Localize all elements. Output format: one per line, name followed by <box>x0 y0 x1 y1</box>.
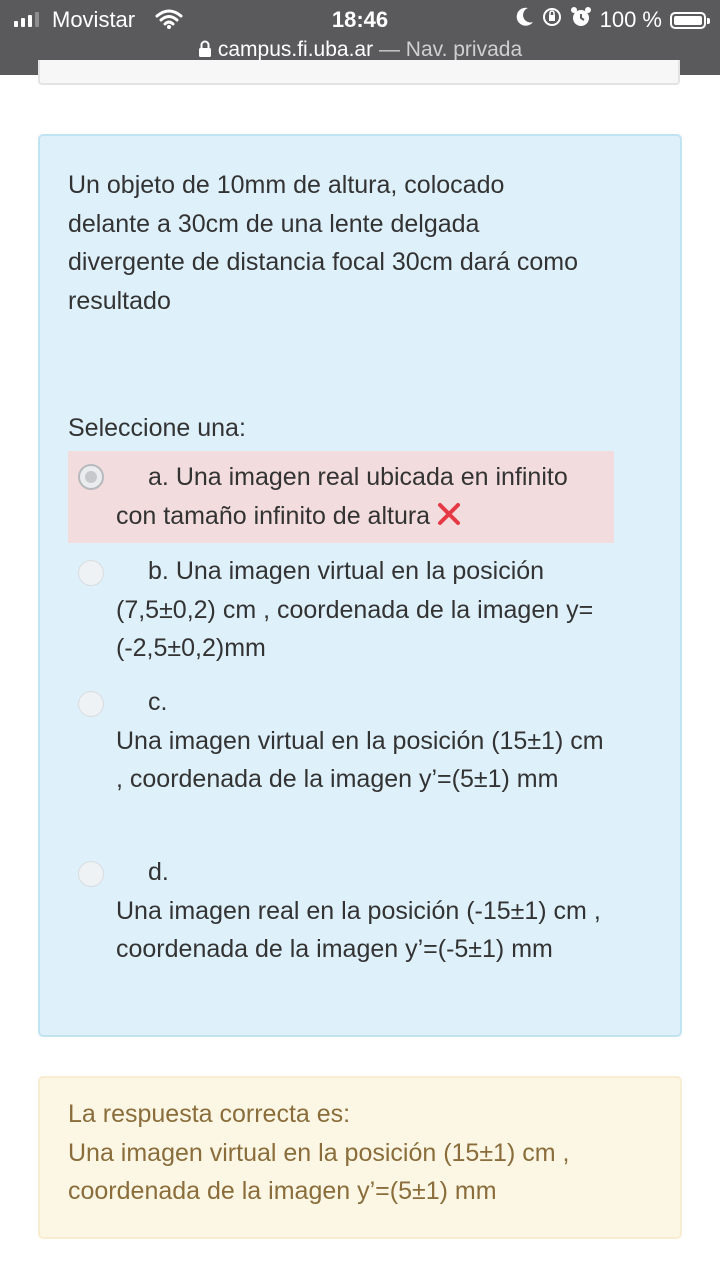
battery-percent: 100 % <box>599 7 662 32</box>
private-mode-label: Nav. privada <box>405 38 523 61</box>
option-letter: d. <box>148 858 169 886</box>
answer-option-c[interactable]: c. Una imagen virtual en la posición (15… <box>68 683 614 843</box>
correct-answer-feedback: La respuesta correcta es: Una imagen vir… <box>38 1076 682 1239</box>
question-card: Un objeto de 10mm de altura, colocado de… <box>38 134 682 1037</box>
alarm-icon <box>570 6 592 34</box>
option-text: Una imagen virtual en la posición (15±1)… <box>116 726 604 794</box>
feedback-heading: La respuesta correcta es: <box>68 1100 351 1128</box>
answer-option-b[interactable]: b. Una imagen virtual en la posición (7,… <box>68 552 614 672</box>
radio-icon[interactable] <box>78 464 104 490</box>
url-separator: — <box>378 38 400 61</box>
moon-icon <box>516 7 534 33</box>
option-text: Una imagen real en la posición (-15±1) c… <box>116 896 601 964</box>
answer-option-a[interactable]: a. Una imagen real ubicada en infinito c… <box>68 451 614 543</box>
battery-icon <box>670 11 710 29</box>
question-text: Un objeto de 10mm de altura, colocado de… <box>68 171 579 315</box>
previous-card-edge <box>38 60 680 85</box>
status-bar: Movistar 18:46 100 % <box>0 0 720 38</box>
radio-icon[interactable] <box>78 861 104 887</box>
option-letter: b. <box>148 557 169 585</box>
incorrect-cross-icon <box>436 500 462 539</box>
option-text: Una imagen real ubicada en infinito con … <box>116 463 568 530</box>
option-letter: a. <box>148 463 169 491</box>
option-text: Una imagen virtual en la posición (7,5±0… <box>116 557 594 662</box>
orientation-lock-icon <box>542 7 562 33</box>
option-letter: c. <box>148 688 168 716</box>
radio-icon[interactable] <box>78 560 104 586</box>
answer-option-d[interactable]: d. Una imagen real en la posición (-15±1… <box>68 853 614 1013</box>
status-icons: 100 % <box>516 6 710 34</box>
feedback-answer: Una imagen virtual en la posición (15±1)… <box>68 1138 570 1206</box>
radio-icon[interactable] <box>78 691 104 717</box>
url-domain: campus.fi.uba.ar <box>217 38 374 61</box>
select-prompt: Seleccione una: <box>68 414 246 442</box>
